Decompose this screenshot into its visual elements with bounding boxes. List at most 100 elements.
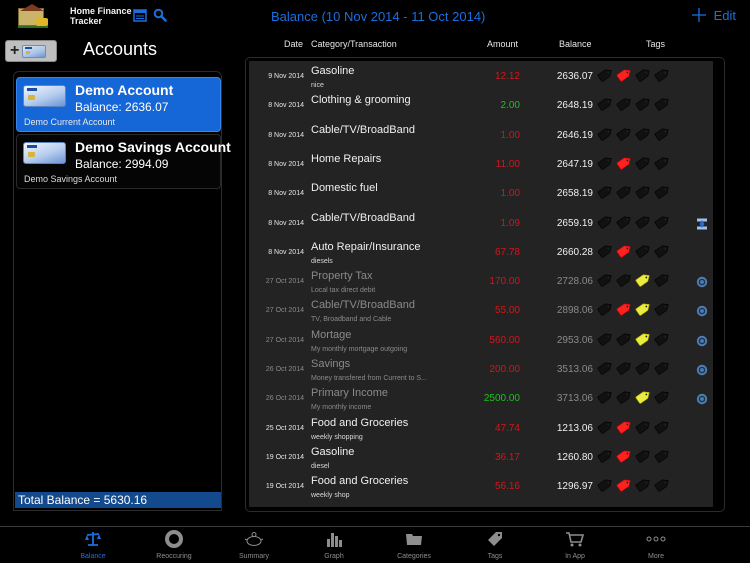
tag-icon[interactable] — [635, 418, 652, 434]
tag-icon[interactable] — [654, 330, 671, 346]
tag-icon[interactable] — [597, 477, 614, 493]
tag-icon[interactable] — [654, 184, 671, 200]
tag-icon[interactable] — [616, 301, 633, 317]
tab-balance[interactable]: Balance — [58, 530, 128, 560]
transaction-row[interactable]: 8 Nov 2014 Cable/TV/BroadBand 1.00 2646.19 — [249, 120, 713, 149]
tag-icon[interactable] — [616, 330, 633, 346]
transaction-row[interactable]: 26 Oct 2014 Savings Money transfered from … — [249, 354, 713, 383]
tag-icon[interactable] — [597, 301, 614, 317]
transaction-row[interactable]: 27 Oct 2014 Mortage My monthly mortgage ou… — [249, 325, 713, 354]
tag-icon[interactable] — [597, 418, 614, 434]
tag-icon[interactable] — [654, 125, 671, 141]
tag-icon[interactable] — [654, 389, 671, 405]
tag-icon[interactable] — [597, 242, 614, 258]
tag-icon[interactable] — [654, 360, 671, 376]
tag-icon[interactable] — [597, 96, 614, 112]
tag-icon[interactable] — [654, 67, 671, 83]
tag-icon[interactable] — [654, 242, 671, 258]
transaction-row[interactable]: 26 Oct 2014 Primary Income My monthly inco… — [249, 383, 713, 412]
tag-icon[interactable] — [654, 272, 671, 288]
tag-icon[interactable] — [654, 301, 671, 317]
column-header-balance[interactable]: Balance — [559, 39, 592, 49]
recurring-icon[interactable] — [696, 304, 708, 317]
account-item-demo-savings-account[interactable]: Demo Savings Account Balance: 2994.09 De… — [16, 134, 231, 189]
edit-button[interactable]: Edit — [714, 8, 736, 23]
tag-icon[interactable] — [635, 154, 652, 170]
calendar-icon[interactable] — [133, 8, 147, 22]
add-account-button[interactable]: + — [5, 40, 57, 62]
add-transaction-button[interactable] — [691, 8, 706, 23]
recurring-icon[interactable] — [696, 275, 708, 288]
transaction-row[interactable]: 27 Oct 2014 Property Tax Local tax direct … — [249, 266, 713, 295]
tag-icon[interactable] — [616, 213, 633, 229]
tag-icon[interactable] — [616, 418, 633, 434]
column-header-date[interactable]: Date — [284, 39, 303, 49]
transaction-row[interactable]: 25 Oct 2014 Food and Groceries weekly shop… — [249, 413, 713, 442]
tag-icon[interactable] — [597, 447, 614, 463]
tag-icon[interactable] — [654, 154, 671, 170]
tag-icon[interactable] — [635, 125, 652, 141]
tag-icon[interactable] — [654, 96, 671, 112]
tag-icon[interactable] — [635, 447, 652, 463]
transaction-row[interactable]: 8 Nov 2014 Domestic fuel 1.00 2658.19 — [249, 178, 713, 207]
tag-icon[interactable] — [616, 125, 633, 141]
tag-icon[interactable] — [654, 418, 671, 434]
tag-icon[interactable] — [616, 360, 633, 376]
column-header-category[interactable]: Category/Transaction — [311, 39, 397, 49]
tag-icon[interactable] — [597, 360, 614, 376]
tag-icon[interactable] — [616, 96, 633, 112]
tag-icon[interactable] — [597, 67, 614, 83]
tab-categories[interactable]: Categories — [379, 530, 449, 560]
tag-icon[interactable] — [635, 272, 652, 288]
tab-summary[interactable]: Summary — [219, 530, 289, 560]
tag-icon[interactable] — [616, 477, 633, 493]
recurring-icon[interactable] — [696, 363, 708, 376]
tag-icon[interactable] — [635, 389, 652, 405]
tag-icon[interactable] — [654, 477, 671, 493]
tag-icon[interactable] — [635, 301, 652, 317]
tab-tags[interactable]: Tags — [460, 530, 530, 560]
tag-icon[interactable] — [635, 96, 652, 112]
account-item-demo-account[interactable]: Demo Account Balance: 2636.07 Demo Curre… — [16, 77, 221, 132]
column-header-amount[interactable]: Amount — [487, 39, 518, 49]
tab-more[interactable]: More — [621, 530, 691, 560]
tag-icon[interactable] — [616, 272, 633, 288]
search-icon[interactable] — [153, 8, 167, 22]
transfer-icon[interactable] — [696, 217, 708, 229]
recurring-icon[interactable] — [696, 334, 708, 346]
tag-icon[interactable] — [597, 389, 614, 405]
tag-icon[interactable] — [616, 154, 633, 170]
transaction-row[interactable]: 9 Nov 2014 Gasoline nice 12.12 2636.07 — [249, 61, 713, 90]
tab-reoccuring[interactable]: Reoccuring — [139, 530, 209, 560]
tag-icon[interactable] — [635, 477, 652, 493]
transaction-row[interactable]: 8 Nov 2014 Cable/TV/BroadBand 1.09 2659.19 — [249, 208, 713, 237]
column-header-tags[interactable]: Tags — [646, 39, 665, 49]
transaction-row[interactable]: 19 Oct 2014 Food and Groceries weekly shop… — [249, 471, 713, 500]
recurring-icon[interactable] — [696, 392, 708, 405]
transaction-row[interactable]: 8 Nov 2014 Auto Repair/Insurance diesels 67… — [249, 237, 713, 266]
tag-icon[interactable] — [616, 67, 633, 83]
tag-icon[interactable] — [597, 213, 614, 229]
tag-icon[interactable] — [597, 125, 614, 141]
tag-icon[interactable] — [616, 184, 633, 200]
tag-icon[interactable] — [597, 272, 614, 288]
tag-icon[interactable] — [654, 447, 671, 463]
tag-icon[interactable] — [597, 184, 614, 200]
transaction-row[interactable]: 19 Oct 2014 Gasoline diesel 36.17 1260.80 — [249, 442, 713, 471]
transaction-row[interactable]: 8 Nov 2014 Home Repairs 11.00 2647.19 — [249, 149, 713, 178]
tag-icon[interactable] — [616, 242, 633, 258]
tab-in-app[interactable]: In App — [540, 530, 610, 560]
tag-icon[interactable] — [616, 389, 633, 405]
tag-icon[interactable] — [635, 213, 652, 229]
tag-icon[interactable] — [635, 360, 652, 376]
tag-icon[interactable] — [597, 154, 614, 170]
tag-icon[interactable] — [635, 330, 652, 346]
tag-icon[interactable] — [597, 330, 614, 346]
tag-icon[interactable] — [635, 67, 652, 83]
tab-graph[interactable]: Graph — [299, 530, 369, 560]
tag-icon[interactable] — [635, 242, 652, 258]
tag-icon[interactable] — [635, 184, 652, 200]
transaction-row[interactable]: 8 Nov 2014 Clothing & grooming 2.00 2648.19 — [249, 90, 713, 119]
tag-icon[interactable] — [616, 447, 633, 463]
transaction-row[interactable]: 27 Oct 2014 Cable/TV/BroadBand TV, Broadba… — [249, 295, 713, 324]
